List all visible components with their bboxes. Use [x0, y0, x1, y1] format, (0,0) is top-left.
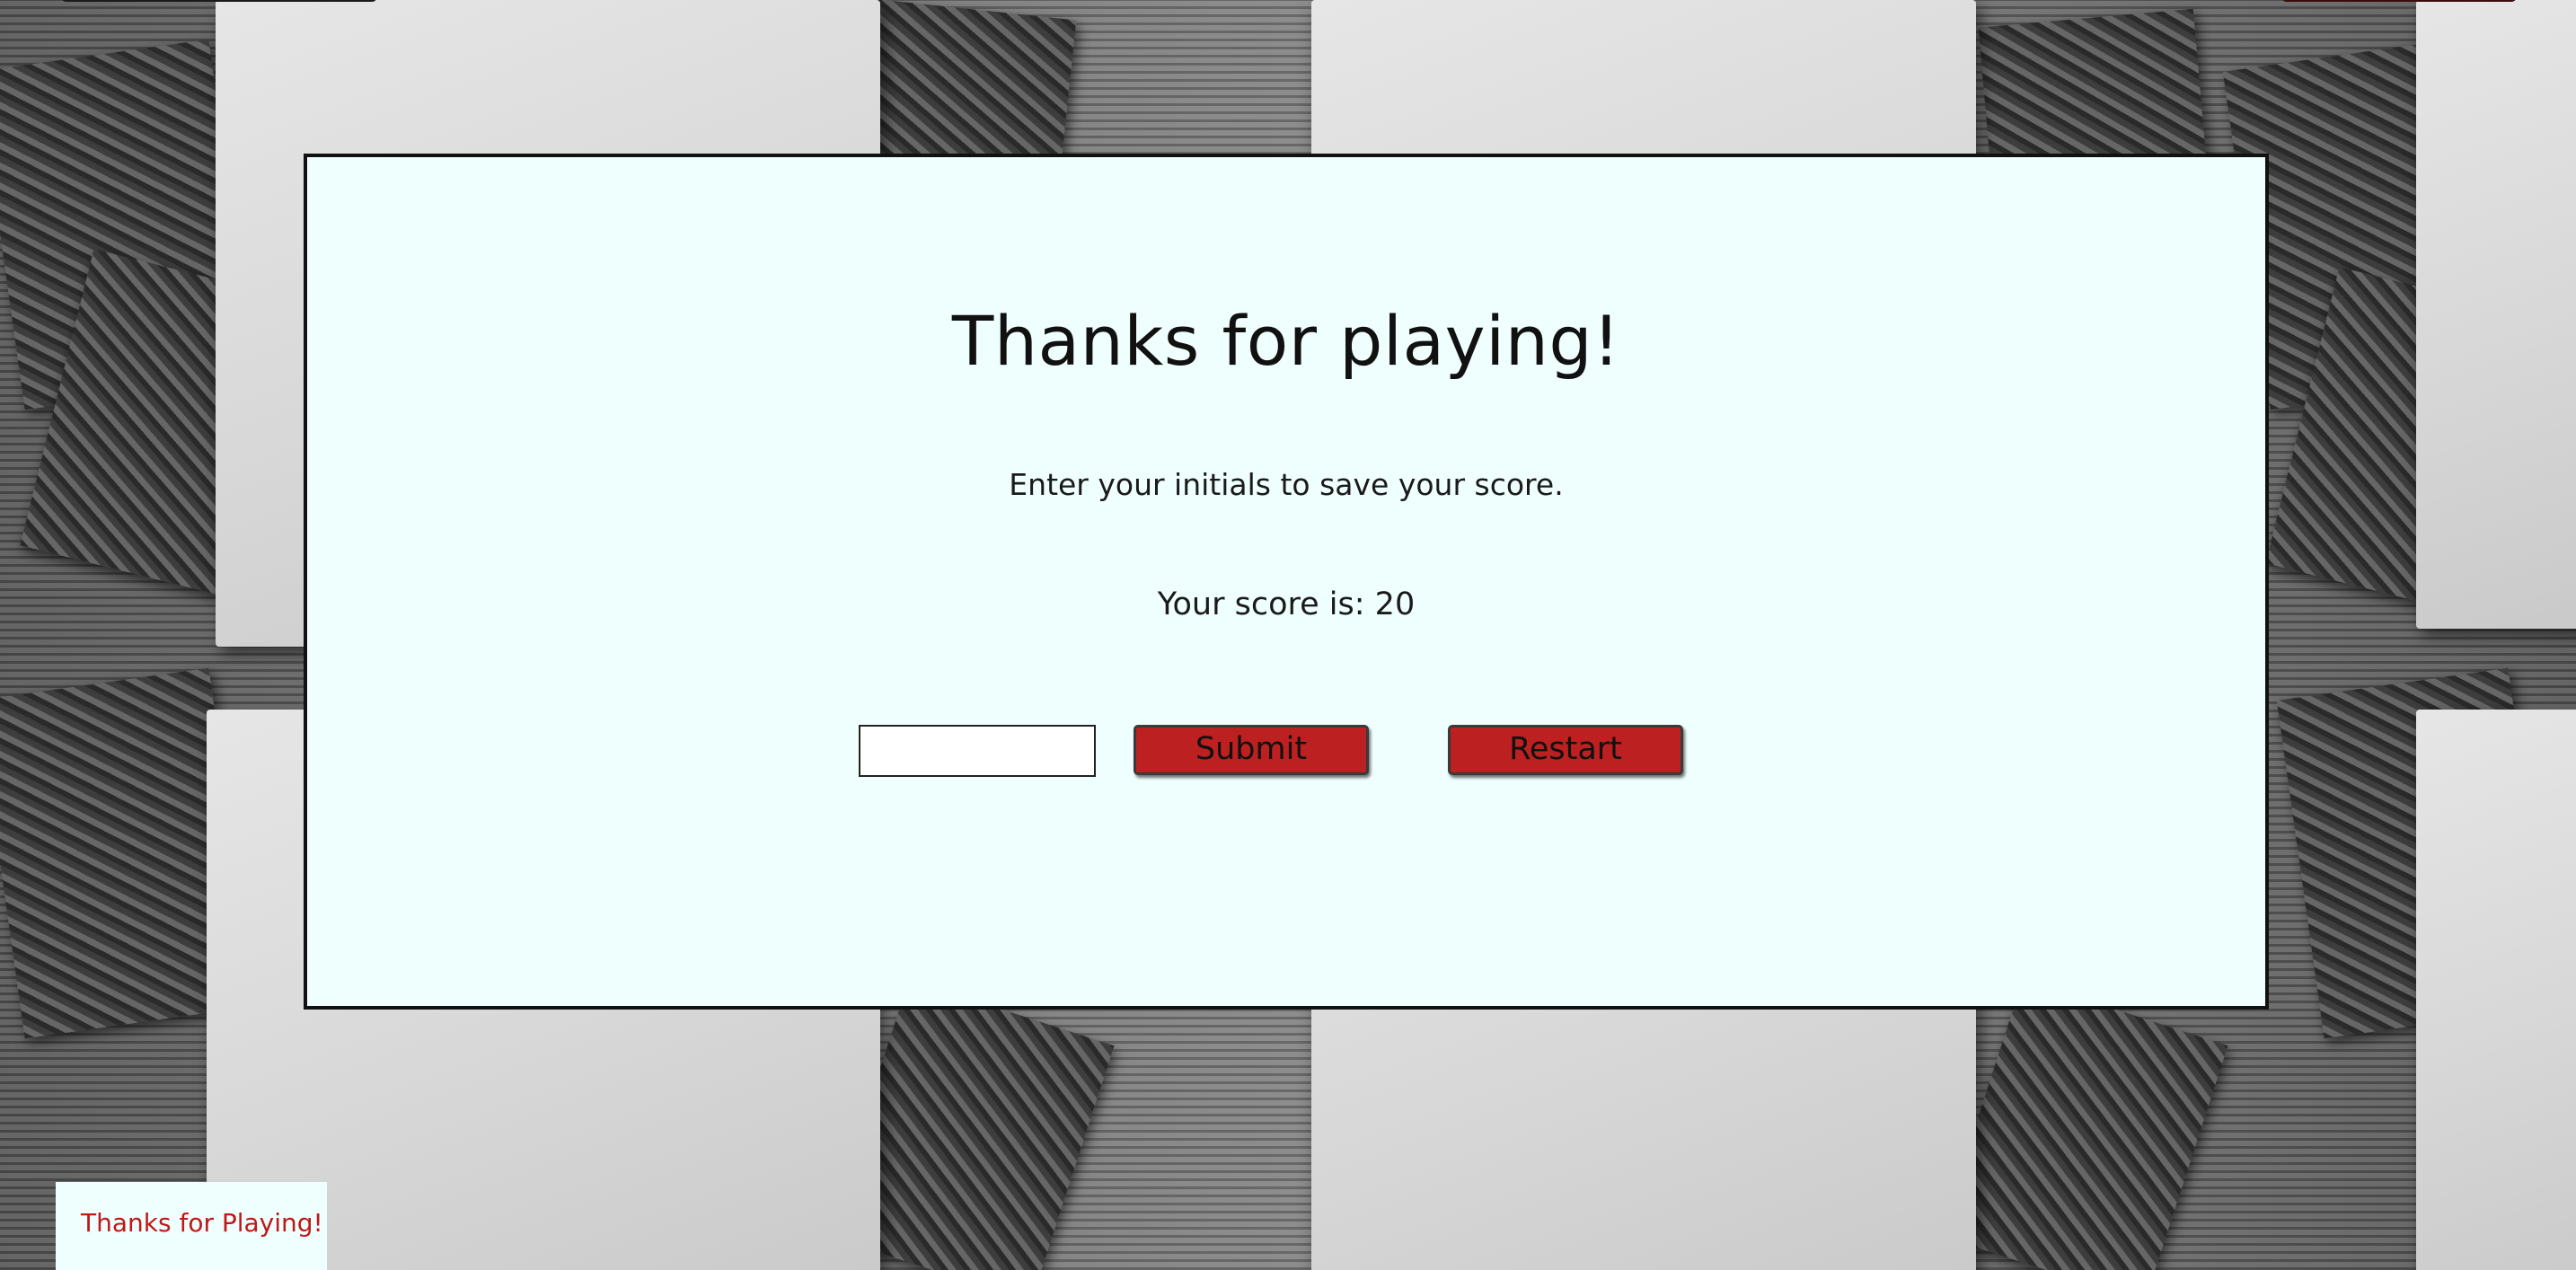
score-label: Your score is: — [1157, 586, 1375, 622]
save-score-instruction: Enter your initials to save your score. — [1009, 467, 1564, 502]
restart-button[interactable]: Restart — [1448, 725, 1683, 775]
initials-input[interactable] — [859, 725, 1096, 777]
top-edge-element — [61, 0, 377, 2]
background-record-sleeve — [2416, 710, 2576, 1270]
final-score: Your score is: 20 — [307, 586, 2265, 622]
game-over-modal: Thanks for playing! Enter your initials … — [304, 154, 2269, 1010]
background-record-sleeve — [2416, 0, 2576, 629]
submit-button[interactable]: Submit — [1134, 725, 1369, 775]
background-photo — [1939, 979, 2228, 1270]
toast-message: Thanks for Playing! — [81, 1208, 323, 1238]
score-value: 20 — [1374, 586, 1416, 622]
modal-title: Thanks for playing! — [951, 301, 1621, 381]
top-edge-element — [2281, 0, 2517, 2]
thanks-toast: Thanks for Playing! — [56, 1182, 327, 1270]
background-photo — [854, 0, 1077, 172]
